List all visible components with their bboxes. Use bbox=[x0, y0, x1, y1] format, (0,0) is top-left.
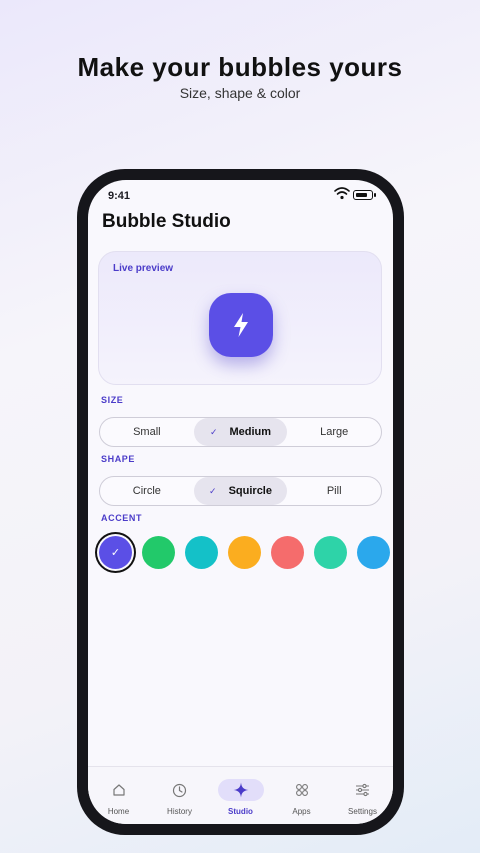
size-option-medium[interactable]: ✓ Medium bbox=[193, 418, 288, 446]
accent-swatch-purple[interactable]: ✓ bbox=[99, 536, 132, 569]
size-section-label: SIZE bbox=[101, 395, 124, 405]
tab-label: Settings bbox=[348, 807, 377, 816]
tab-studio[interactable]: Studio bbox=[210, 767, 271, 824]
tab-label: History bbox=[167, 807, 192, 816]
clock-icon bbox=[157, 779, 203, 801]
size-selector: Small ✓ Medium Large bbox=[99, 417, 382, 447]
live-preview-label: Live preview bbox=[113, 263, 174, 274]
shape-option-pill[interactable]: Pill bbox=[287, 477, 381, 505]
accent-swatch-teal[interactable] bbox=[185, 536, 218, 569]
accent-swatch-blue[interactable] bbox=[357, 536, 390, 569]
preview-bubble[interactable] bbox=[209, 293, 273, 357]
shape-section-label: SHAPE bbox=[101, 454, 136, 464]
status-time: 9:41 bbox=[108, 190, 131, 202]
live-preview-card: Live preview bbox=[98, 251, 382, 385]
accent-swatch-green[interactable] bbox=[142, 536, 175, 569]
home-icon bbox=[96, 779, 142, 801]
sparkle-icon bbox=[217, 779, 264, 801]
check-icon: ✓ bbox=[110, 547, 121, 559]
marketing-subline: Size, shape & color bbox=[179, 85, 301, 101]
tab-apps[interactable]: Apps bbox=[271, 767, 332, 824]
shape-option-circle[interactable]: Circle bbox=[100, 477, 194, 505]
tab-label: Studio bbox=[228, 807, 253, 816]
status-bar: 9:41 bbox=[88, 180, 393, 210]
shape-selector: Circle ✓ Squircle Pill bbox=[99, 476, 382, 506]
accent-swatch-red[interactable] bbox=[271, 536, 304, 569]
page-title: Bubble Studio bbox=[102, 211, 231, 232]
size-option-label: Large bbox=[320, 426, 349, 438]
check-icon: ✓ bbox=[209, 485, 217, 496]
accent-swatch-mint[interactable] bbox=[314, 536, 347, 569]
wifi-icon bbox=[334, 187, 350, 200]
size-option-large[interactable]: Large bbox=[287, 418, 381, 446]
marketing-headline: Make your bubbles yours bbox=[77, 52, 403, 82]
shape-option-label: Pill bbox=[326, 485, 342, 497]
size-option-small[interactable]: Small bbox=[100, 418, 194, 446]
accent-section-label: ACCENT bbox=[101, 513, 143, 523]
bottom-tab-bar: Home History Studio Apps Settings bbox=[88, 766, 393, 824]
size-option-label: Small bbox=[133, 426, 161, 438]
sliders-icon bbox=[340, 779, 386, 801]
accent-swatch-orange[interactable] bbox=[228, 536, 261, 569]
tab-label: Home bbox=[107, 807, 130, 816]
apps-grid-icon bbox=[279, 779, 325, 801]
accent-swatches: ✓ bbox=[97, 535, 393, 569]
tab-history[interactable]: History bbox=[149, 767, 210, 824]
battery-icon bbox=[353, 190, 376, 200]
phone-screen: 9:41 Bubble Studio Live preview SIZE Sma… bbox=[88, 180, 393, 824]
shape-option-label: Circle bbox=[132, 485, 161, 497]
tab-home[interactable]: Home bbox=[88, 767, 149, 824]
check-icon: ✓ bbox=[209, 426, 218, 437]
tab-label: Apps bbox=[292, 807, 311, 816]
shape-option-squircle[interactable]: ✓ Squircle bbox=[193, 477, 288, 505]
lightning-bolt-icon bbox=[234, 313, 248, 337]
size-option-label: Medium bbox=[229, 426, 272, 438]
shape-option-label: Squircle bbox=[228, 485, 272, 497]
tab-settings[interactable]: Settings bbox=[332, 767, 393, 824]
